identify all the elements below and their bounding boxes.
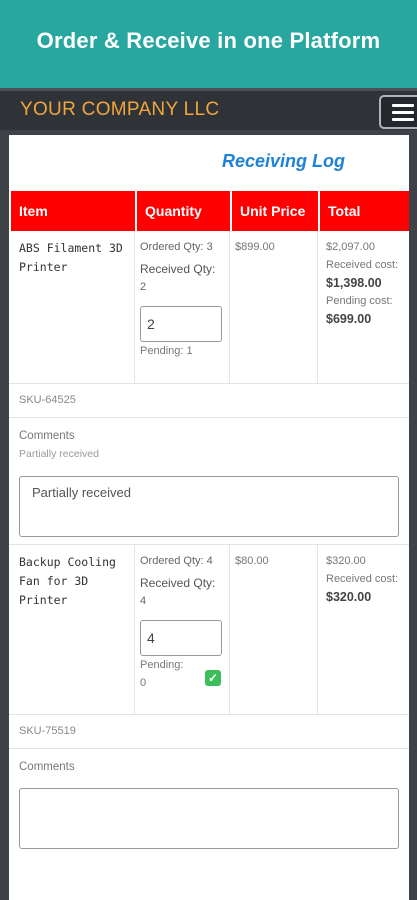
- unit-price: $80.00: [230, 545, 318, 714]
- receiving-log-panel: Receiving Log Item Quantity Unit Price T…: [9, 135, 409, 900]
- pending-cost-value: $699.00: [326, 312, 372, 326]
- received-cost-value: $1,398.00: [326, 276, 382, 290]
- ordered-qty: Ordered Qty: 3: [140, 241, 213, 253]
- received-qty-label: Received Qty:: [140, 262, 216, 276]
- sku-label: SKU-75519: [19, 725, 76, 737]
- header-quantity: Quantity: [135, 191, 230, 231]
- unit-price: $899.00: [230, 231, 318, 383]
- item-name: ABS Filament 3D Printer: [11, 231, 135, 383]
- received-qty-value: 4: [140, 595, 147, 607]
- ordered-qty: Ordered Qty: 4: [140, 555, 213, 567]
- page-title: Receiving Log: [221, 151, 345, 171]
- comments-summary: Partially received: [19, 448, 99, 460]
- promo-banner: Order & Receive in one Platform: [0, 0, 417, 88]
- received-qty-input[interactable]: [140, 306, 222, 342]
- header-unit-price: Unit Price: [230, 191, 318, 231]
- total-cell: $320.00 Received cost: $320.00: [318, 545, 409, 714]
- company-brand[interactable]: YOUR COMPANY LLC: [20, 99, 219, 121]
- received-cost-label: Received cost:: [326, 573, 399, 585]
- quantity-cell: Ordered Qty: 4 Received Qty: 4 Pending: …: [135, 545, 230, 714]
- total-value: $320.00: [326, 555, 366, 567]
- row-divider: [9, 748, 409, 749]
- header-item: Item: [11, 191, 135, 231]
- received-cost-label: Received cost:: [326, 259, 399, 271]
- row-divider: [9, 383, 409, 384]
- hamburger-icon[interactable]: [379, 95, 417, 129]
- banner-title: Order & Receive in one Platform: [36, 28, 381, 53]
- row-divider: [9, 714, 409, 715]
- table-row: Backup Cooling Fan for 3D Printer Ordere…: [11, 545, 409, 714]
- sku-label: SKU-64525: [19, 394, 76, 406]
- header-total: Total: [318, 191, 409, 231]
- comments-label: Comments: [19, 761, 75, 773]
- total-cell: $2,097.00 Received cost: $1,398.00 Pendi…: [318, 231, 409, 383]
- pending-qty: Pending: 1: [140, 345, 193, 357]
- received-cost-value: $320.00: [326, 590, 372, 604]
- total-value: $2,097.00: [326, 241, 375, 253]
- table-row: ABS Filament 3D Printer Ordered Qty: 3 R…: [11, 231, 409, 383]
- pending-cost-label: Pending cost:: [326, 295, 393, 307]
- received-qty-label: Received Qty:: [140, 576, 216, 590]
- comments-input[interactable]: [19, 788, 399, 849]
- check-icon: ✓: [205, 670, 221, 686]
- received-qty-input[interactable]: [140, 620, 222, 656]
- quantity-cell: Ordered Qty: 3 Received Qty: 2 Pending: …: [135, 231, 230, 383]
- received-qty-value: 2: [140, 281, 147, 293]
- item-name: Backup Cooling Fan for 3D Printer: [11, 545, 135, 714]
- table-header: Item Quantity Unit Price Total: [11, 191, 409, 231]
- comments-label: Comments: [19, 430, 75, 442]
- navbar: YOUR COMPANY LLC: [0, 88, 417, 130]
- comments-input[interactable]: Partially received: [19, 476, 399, 537]
- row-divider: [9, 417, 409, 418]
